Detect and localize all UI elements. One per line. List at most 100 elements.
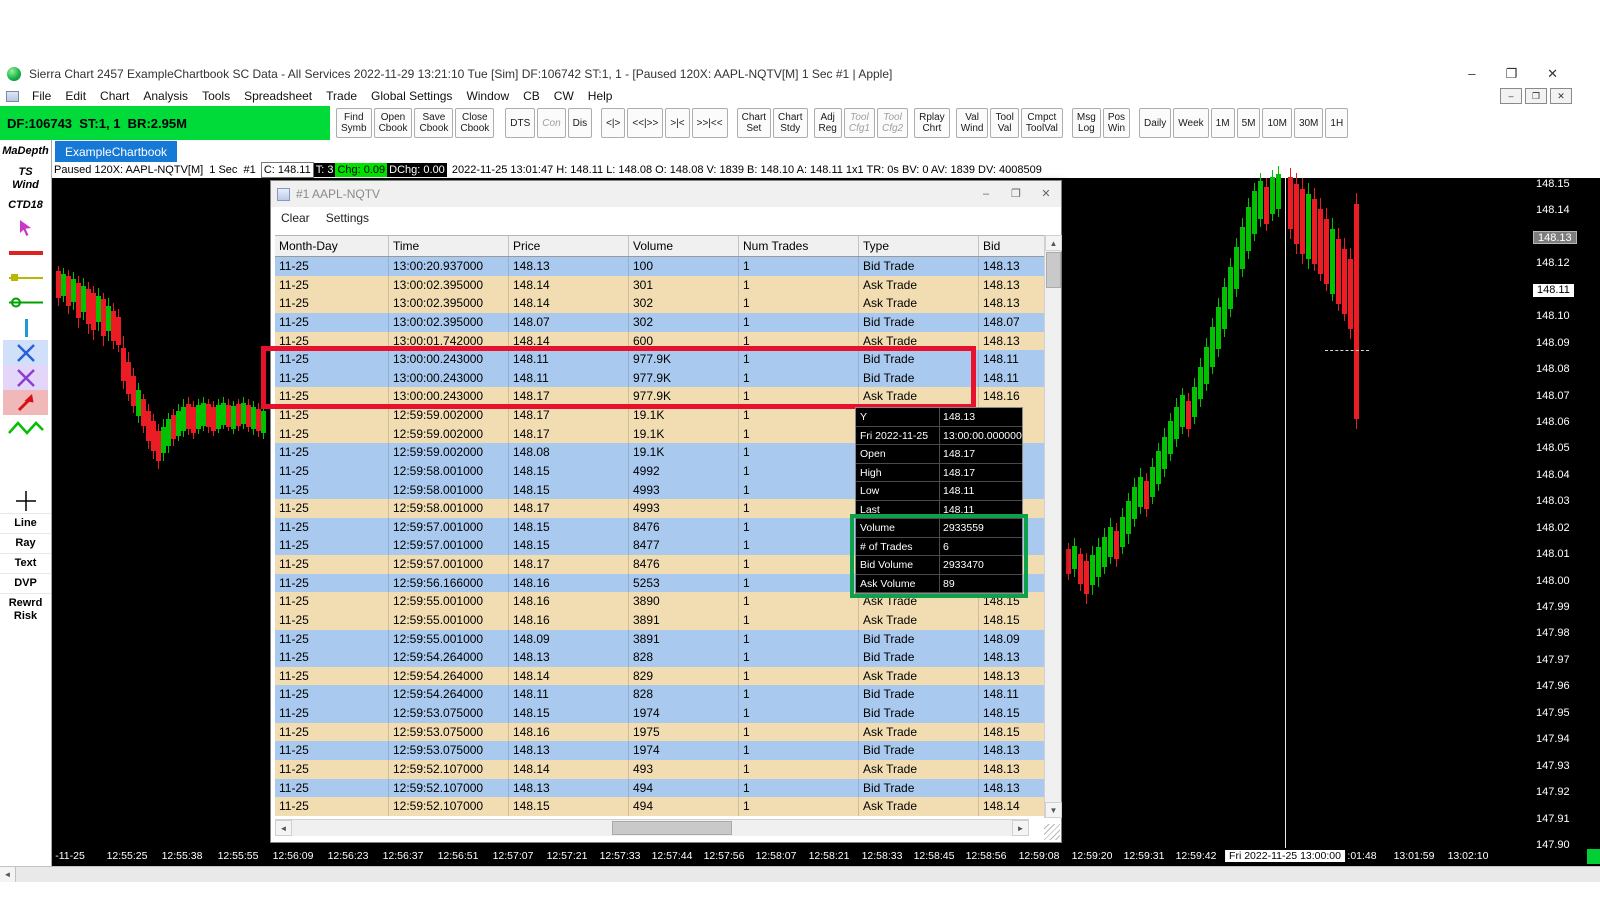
hline-tool-icon[interactable] <box>3 240 48 265</box>
close-button[interactable]: ✕ <box>1547 66 1558 82</box>
zigzag-tool-icon[interactable] <box>3 415 48 440</box>
ts-row[interactable]: 11-25 12:59:55.001000 148.09 3891 1 Bid Trade… <box>275 629 1046 649</box>
toolbar-button-find-symb[interactable]: Find Symb <box>336 108 372 138</box>
time-axis[interactable]: -11-25 12:55:25 12:55:38 12:55:55 12:56:09 12… <box>52 848 1600 866</box>
ts-close-button[interactable]: ✕ <box>1031 183 1061 205</box>
crosshair-tool-icon[interactable] <box>3 488 48 513</box>
child-minimize-button[interactable]: – <box>1500 88 1522 104</box>
ts-row[interactable]: 11-25 12:59:52.107000 148.14 493 1 Ask Trade 1… <box>275 759 1046 779</box>
toolbar-button-tool-val[interactable]: Tool Val <box>990 108 1019 138</box>
toolbar-button-con[interactable]: Con <box>537 108 566 138</box>
cross-tool-icon[interactable] <box>3 340 48 365</box>
ts-menu-clear[interactable]: Clear <box>281 211 310 225</box>
ts-minimize-button[interactable]: – <box>971 183 1001 205</box>
column-header-bid[interactable]: Bid <box>979 236 1046 256</box>
resize-grip[interactable] <box>1044 824 1060 840</box>
toolbar-button-tool-cfg2[interactable]: Tool Cfg2 <box>876 108 909 138</box>
toolbar-button-1m[interactable]: 1M <box>1210 108 1235 138</box>
vline-tool-icon[interactable] <box>3 315 48 340</box>
ts-row[interactable]: 11-25 12:59:52.107000 148.15 494 1 Ask Trade 1… <box>275 797 1046 816</box>
toolbar-button-msg-log[interactable]: Msg Log <box>1071 108 1101 138</box>
menu-item-analysis[interactable]: Analysis <box>136 89 195 103</box>
menu-item-tools[interactable]: Tools <box>195 89 237 103</box>
scrollbar-track[interactable] <box>292 820 1012 836</box>
column-header-price[interactable]: Price <box>509 236 629 256</box>
ts-row[interactable]: 11-25 13:00:02.395000 148.14 301 1 Ask Trade 1… <box>275 275 1046 295</box>
ts-vertical-scrollbar[interactable]: ▲ ▼ <box>1044 235 1062 818</box>
toolbar-button-item[interactable]: >>|<< <box>691 108 728 138</box>
toolbar-button-cmpct-toolval[interactable]: Cmpct ToolVal <box>1020 108 1063 138</box>
ts-row[interactable]: 11-25 13:00:20.937000 148.13 100 1 Bid Trade 1… <box>275 257 1046 276</box>
sidebar-item-ray[interactable]: Ray <box>0 533 51 553</box>
minimize-button[interactable]: – <box>1468 66 1475 82</box>
toolbar-button-tool-cfg1[interactable]: Tool Cfg1 <box>843 108 875 138</box>
toolbar-button-item[interactable]: >|< <box>665 108 690 138</box>
maximize-button[interactable]: ❐ <box>1505 66 1517 82</box>
ts-row[interactable]: 11-25 12:59:52.107000 148.13 494 1 Bid Trade 1… <box>275 778 1046 798</box>
toolbar-button-5m[interactable]: 5M <box>1236 108 1261 138</box>
scroll-down-icon[interactable]: ▼ <box>1045 802 1062 818</box>
toolbar-button-1h[interactable]: 1H <box>1325 108 1349 138</box>
toolbar-button-pos-win[interactable]: Pos Win <box>1102 108 1131 138</box>
price-axis[interactable]: 148.15 148.14 148.13 148.12 148.11 148.10 148.… <box>1530 178 1600 851</box>
ts-row[interactable]: 11-25 12:59:54.264000 148.13 828 1 Bid Trade 1… <box>275 648 1046 667</box>
hline-square-tool-icon[interactable] <box>3 265 48 290</box>
ts-titlebar[interactable]: #1 AAPL-NQTV – ❐ ✕ <box>271 181 1061 207</box>
ts-row[interactable]: 11-25 12:59:54.264000 148.11 828 1 Bid Trade 1… <box>275 685 1046 704</box>
scroll-left-icon[interactable]: ◄ <box>0 867 16 882</box>
ts-horizontal-scrollbar[interactable]: ◄ ► <box>275 819 1029 836</box>
arrow-tool-icon[interactable] <box>3 390 48 415</box>
scrollbar-track[interactable] <box>16 867 1600 882</box>
toolbar-button-item[interactable]: <|> <box>601 108 626 138</box>
toolbar-button-adj-reg[interactable]: Adj Reg <box>813 108 842 138</box>
sidebar-item-rewrd-risk[interactable]: Rewrd Risk <box>0 593 51 626</box>
ts-row[interactable]: 11-25 12:59:53.075000 148.13 1974 1 Bid Trade… <box>275 741 1046 760</box>
toolbar-button-week[interactable]: Week <box>1173 108 1209 138</box>
menu-item-global-settings[interactable]: Global Settings <box>364 89 459 103</box>
scroll-left-icon[interactable]: ◄ <box>275 820 292 836</box>
ts-row[interactable]: 11-25 13:00:02.395000 148.14 302 1 Ask Trade 1… <box>275 294 1046 313</box>
child-restore-button[interactable]: ❐ <box>1525 88 1547 104</box>
toolbar-button-chart-set[interactable]: Chart Set <box>736 108 772 138</box>
menu-item-help[interactable]: Help <box>581 89 620 103</box>
menu-item-trade[interactable]: Trade <box>319 89 364 103</box>
column-header-type[interactable]: Type <box>859 236 979 256</box>
toolbar-button-rplay-chrt[interactable]: Rplay Chrt <box>914 108 950 138</box>
menu-item-file[interactable]: File <box>25 89 58 103</box>
toolbar-button-item[interactable]: <<|>> <box>627 108 664 138</box>
toolbar-button-10m[interactable]: 10M <box>1262 108 1292 138</box>
toolbar-button-val-wind[interactable]: Val Wind <box>955 108 989 138</box>
ts-row[interactable]: 11-25 12:59:55.001000 148.16 3891 1 Ask Trade… <box>275 610 1046 630</box>
scroll-right-icon[interactable]: ► <box>1012 820 1029 836</box>
cross-tool-icon[interactable] <box>3 365 48 390</box>
toolbar-button-open-cbook[interactable]: Open Cbook <box>373 108 413 138</box>
sidebar-item-text[interactable]: Text <box>0 553 51 573</box>
menu-item-chart[interactable]: Chart <box>93 89 136 103</box>
menu-item-cb[interactable]: CB <box>516 89 547 103</box>
menu-item-cw[interactable]: CW <box>547 89 581 103</box>
tab-examplechartbook[interactable]: ExampleChartbook <box>55 141 178 162</box>
ts-menu-settings[interactable]: Settings <box>326 211 369 225</box>
ts-row[interactable]: 11-25 12:59:53.075000 148.15 1974 1 Bid Trade… <box>275 704 1046 723</box>
column-header-num-trades[interactable]: Num Trades <box>739 236 859 256</box>
menu-item-spreadsheet[interactable]: Spreadsheet <box>237 89 319 103</box>
hline-circle-tool-icon[interactable] <box>3 290 48 315</box>
sidebar-item-line[interactable]: Line <box>0 513 51 533</box>
toolbar-button-daily[interactable]: Daily <box>1139 108 1172 138</box>
sidebar-item-dvp[interactable]: DVP <box>0 573 51 593</box>
toolbar-button-chart-stdy[interactable]: Chart Stdy <box>773 108 808 138</box>
pointer-tool-icon[interactable] <box>3 215 48 240</box>
toolbar-button-dts[interactable]: DTS <box>505 108 536 138</box>
column-header-time[interactable]: Time <box>389 236 509 256</box>
menu-item-window[interactable]: Window <box>459 89 516 103</box>
scroll-up-icon[interactable]: ▲ <box>1045 235 1062 251</box>
toolbar-button-save-cbook[interactable]: Save Cbook <box>414 108 454 138</box>
column-header-month-day[interactable]: Month-Day <box>275 236 389 256</box>
toolbar-button-dis[interactable]: Dis <box>567 108 593 138</box>
ts-row[interactable]: 11-25 12:59:53.075000 148.16 1975 1 Ask Trade… <box>275 722 1046 742</box>
toolbar-button-30m[interactable]: 30M <box>1293 108 1324 138</box>
chart-horizontal-scrollbar[interactable]: ◄ <box>0 866 1600 882</box>
column-header-volume[interactable]: Volume <box>629 236 739 256</box>
ts-row[interactable]: 11-25 12:59:54.264000 148.14 829 1 Ask Trade 1… <box>275 666 1046 686</box>
scrollbar-thumb[interactable] <box>612 821 732 835</box>
